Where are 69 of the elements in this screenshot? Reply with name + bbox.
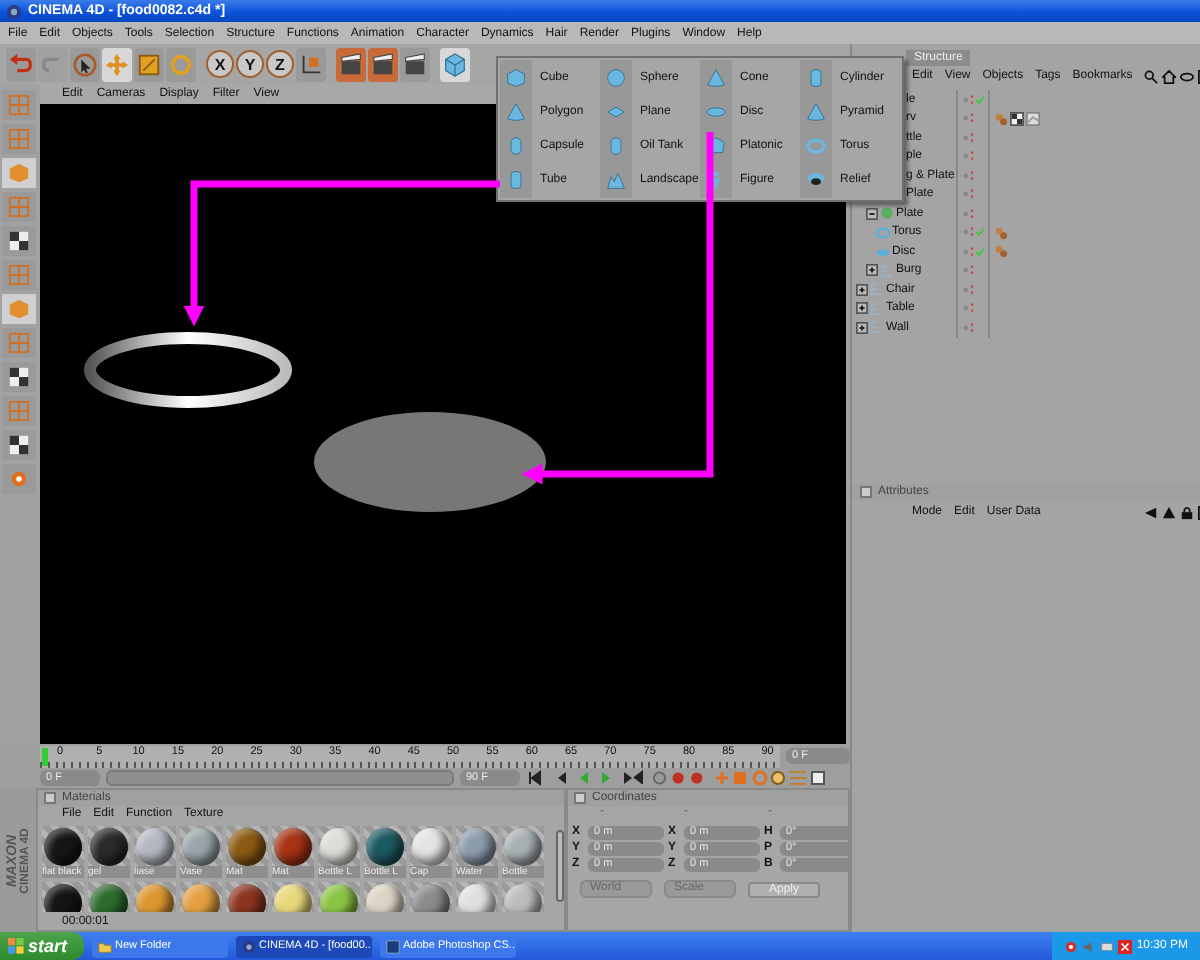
render-button[interactable] — [400, 47, 430, 81]
scale-tool-button[interactable] — [134, 47, 164, 81]
windows-flag-icon — [8, 938, 24, 954]
null-object-icon — [870, 320, 884, 335]
record-controls[interactable] — [652, 770, 708, 786]
cube-button[interactable] — [440, 47, 470, 81]
capsule-icon — [506, 136, 526, 157]
search-icon[interactable] — [1144, 69, 1159, 83]
cube-tool-button[interactable] — [2, 158, 36, 188]
cursor-tool-button[interactable] — [70, 47, 100, 81]
app-icon — [241, 939, 256, 953]
visibility-toggles[interactable] — [962, 245, 986, 258]
scrollbar[interactable] — [556, 830, 564, 902]
grip-icon[interactable] — [574, 792, 586, 804]
checker-tool-button[interactable] — [2, 226, 36, 256]
collapse-icon[interactable] — [866, 207, 878, 220]
checker-tool-button[interactable] — [2, 430, 36, 460]
expand-icon[interactable] — [866, 264, 878, 277]
landscape-icon — [606, 170, 626, 191]
tank-icon — [606, 136, 626, 157]
cube-tool-button[interactable] — [2, 294, 36, 324]
undo-button[interactable] — [6, 47, 36, 81]
render-button[interactable] — [368, 47, 398, 81]
tube-icon — [506, 170, 526, 191]
relief-icon — [806, 170, 826, 191]
up-arrow-icon[interactable] — [1162, 505, 1177, 519]
folder-icon — [97, 939, 112, 953]
grip-icon[interactable] — [860, 486, 872, 498]
null-object-icon — [870, 282, 884, 297]
keyframe-controls[interactable] — [714, 770, 826, 786]
cylinder-icon — [806, 67, 826, 88]
app-icon — [6, 3, 22, 19]
coordinate-system-button[interactable] — [296, 47, 326, 81]
torus-icon — [806, 136, 826, 157]
axis-lock-button[interactable]: Z — [266, 50, 294, 78]
app-icon — [385, 939, 400, 953]
playback-controls[interactable] — [526, 770, 646, 786]
render-button[interactable] — [336, 47, 366, 81]
cone-icon — [706, 67, 726, 88]
null-object-icon — [880, 263, 894, 278]
network-icon[interactable] — [1100, 939, 1115, 953]
back-arrow-icon[interactable] — [1144, 505, 1159, 519]
expand-icon[interactable] — [856, 321, 868, 334]
home-icon[interactable] — [1162, 69, 1177, 83]
visibility-toggles[interactable] — [962, 93, 986, 106]
gear-icon — [8, 468, 30, 490]
expand-icon[interactable] — [856, 302, 868, 315]
pyramid-icon — [806, 101, 826, 122]
plane-icon — [606, 101, 626, 122]
alert-icon[interactable] — [1118, 939, 1133, 953]
axis-lock-button[interactable]: X — [206, 50, 234, 78]
checker-tag-icon[interactable] — [1010, 111, 1024, 126]
eye-icon[interactable] — [1180, 69, 1195, 83]
lock-icon[interactable] — [1180, 505, 1195, 519]
disc-icon — [706, 101, 726, 122]
grip-icon[interactable] — [44, 792, 56, 804]
expand-icon[interactable] — [856, 283, 868, 296]
start-button[interactable]: start — [0, 932, 84, 960]
null-object-icon — [870, 301, 884, 316]
visibility-toggles[interactable] — [962, 226, 986, 239]
torus-object-icon — [876, 225, 890, 240]
axis-lock-button[interactable]: Y — [236, 50, 264, 78]
sphere-icon — [606, 67, 626, 88]
disc-object-icon — [876, 244, 890, 259]
cube-icon — [506, 67, 526, 88]
triangle-icon — [506, 101, 526, 122]
gear-icon[interactable] — [1064, 939, 1079, 953]
checker-tool-button[interactable] — [2, 362, 36, 392]
sphere-object-icon — [880, 206, 894, 221]
